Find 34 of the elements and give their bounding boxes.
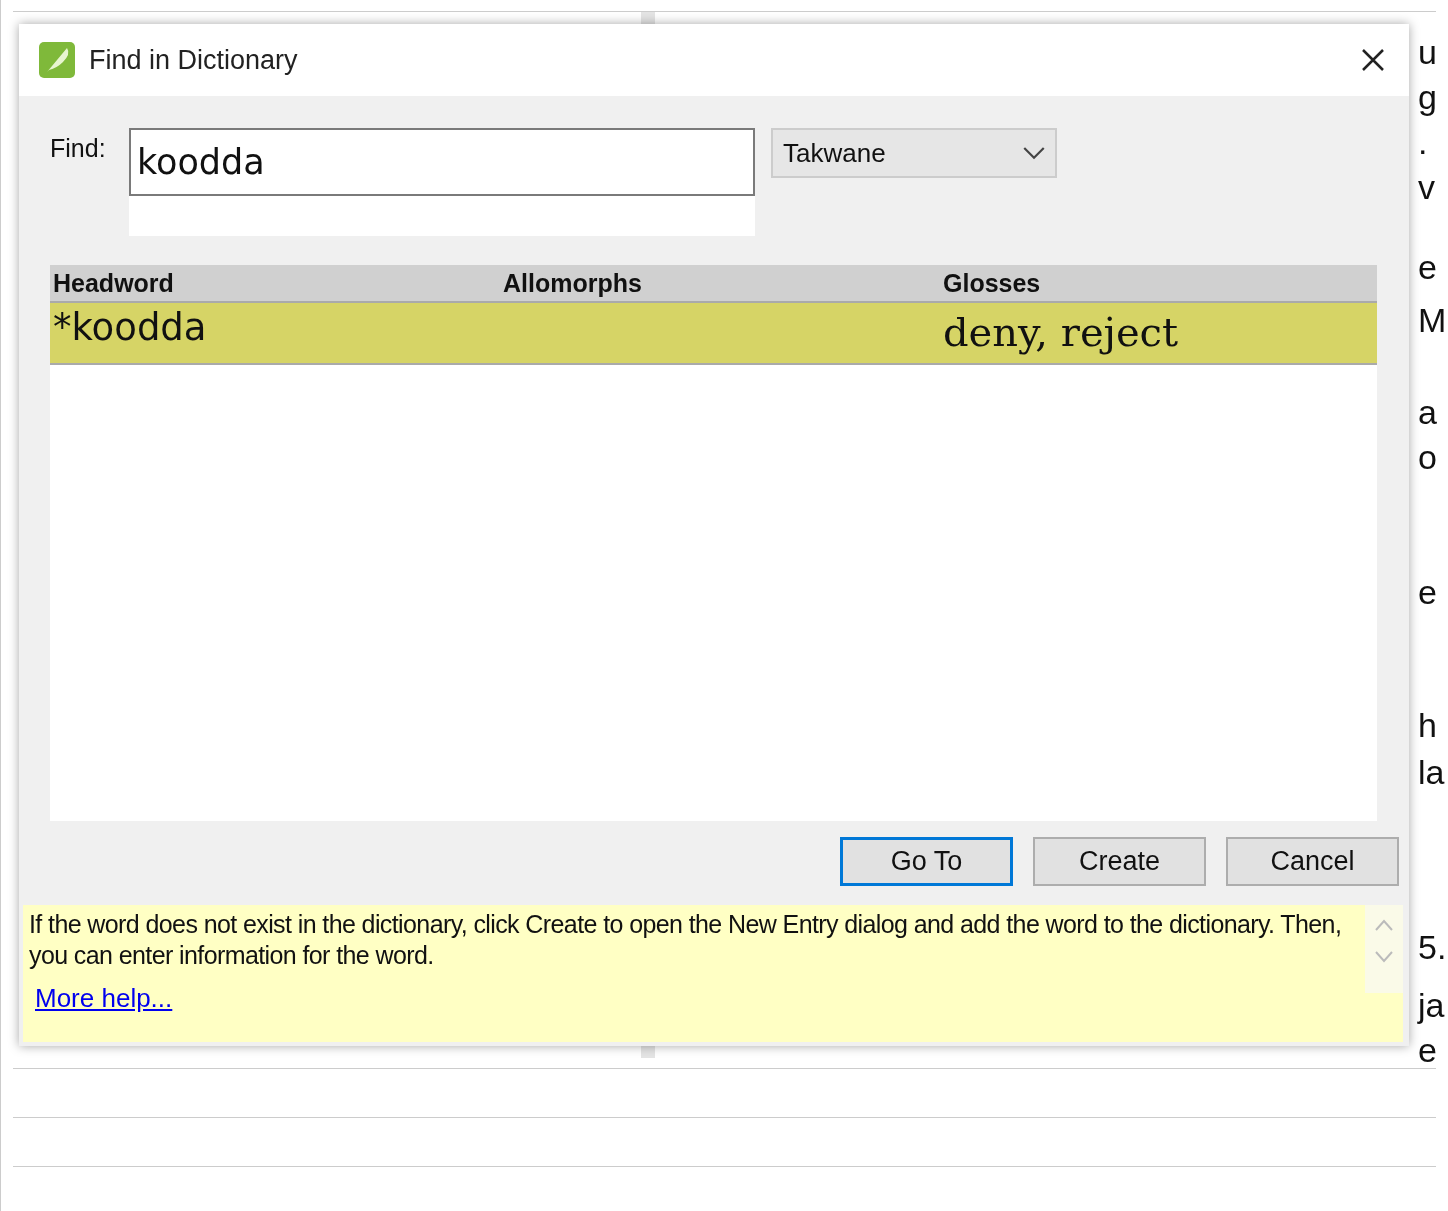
help-text: If the word does not exist in the dictionary, click Create to open the New Entry dialog and add the word to the dictionary. Then, you can enter information for the word. [29, 909, 1343, 971]
document-text: ja [1418, 985, 1445, 1025]
document-text: o [1418, 437, 1437, 477]
document-text: h [1418, 705, 1437, 745]
table-cell: deny, reject [943, 309, 1179, 355]
find-label: Find: [50, 133, 107, 163]
result-row[interactable]: *koodda deny, reject [50, 303, 1377, 365]
dialog-button[interactable]: Go To [840, 837, 1013, 886]
column-header[interactable]: Allomorphs [503, 269, 642, 298]
close-icon[interactable] [1361, 48, 1385, 72]
writing-system-dropdown[interactable]: Takwane [771, 128, 1057, 178]
feather-icon [39, 42, 75, 78]
dialog-button[interactable]: Create [1033, 837, 1206, 886]
column-header[interactable]: Headword [53, 269, 174, 298]
document-text: . [1418, 122, 1428, 162]
find-field[interactable]: koodda [129, 128, 755, 196]
document-text: a [1418, 392, 1437, 432]
document-text: e [1418, 572, 1437, 612]
more-help-link[interactable]: More help... [35, 983, 173, 1014]
document-text: M [1418, 300, 1447, 340]
column-header[interactable]: Glosses [943, 269, 1041, 298]
scroll-up-icon[interactable] [1374, 919, 1394, 931]
document-text: g [1418, 77, 1437, 117]
chevron-down-icon [1023, 146, 1045, 160]
table-cell: *koodda [53, 306, 207, 349]
document-text: la [1418, 752, 1445, 792]
scroll-down-icon[interactable] [1374, 951, 1394, 963]
dialog-button[interactable]: Cancel [1226, 837, 1399, 886]
document-text: v [1418, 167, 1435, 207]
document-text: u [1418, 32, 1437, 72]
document-text: 5. [1418, 927, 1447, 967]
document-text: e [1418, 1030, 1437, 1070]
window-title: Find in Dictionary [89, 44, 299, 76]
document-text: e [1418, 247, 1437, 287]
